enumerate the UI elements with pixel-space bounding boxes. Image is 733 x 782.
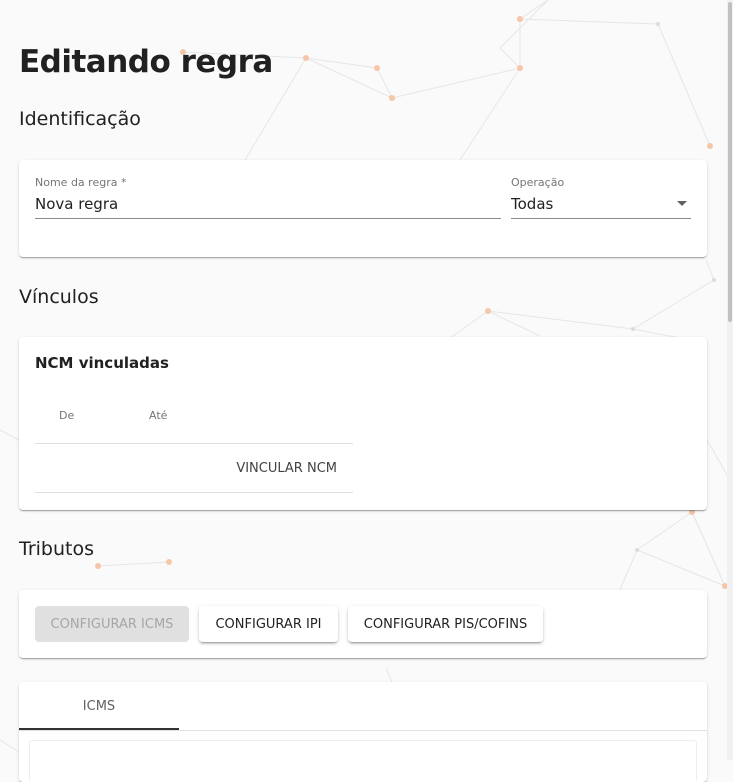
page-scrollbar[interactable]: [727, 0, 733, 760]
rule-name-underline: [35, 218, 501, 219]
configure-ipi-button[interactable]: CONFIGURAR IPI: [199, 606, 338, 642]
table-footer-divider: [35, 492, 353, 493]
tabs-divider: [19, 730, 707, 731]
identification-card: Nome da regra * Nova regra Operação Toda…: [19, 160, 707, 257]
page-title: Editando regra: [19, 44, 273, 80]
rule-name-label: Nome da regra *: [35, 176, 127, 189]
tax-tabs-card: ICMS: [19, 682, 707, 782]
operation-label: Operação: [511, 176, 565, 189]
section-title-taxes: Tributos: [19, 538, 94, 560]
operation-select[interactable]: Operação Todas: [511, 176, 691, 222]
column-header-to: Até: [149, 409, 168, 422]
ncm-table: De Até VINCULAR NCM: [35, 392, 353, 495]
tab-icms-label: ICMS: [82, 699, 116, 714]
ncm-card-title: NCM vinculadas: [35, 354, 169, 372]
scrollbar-thumb[interactable]: [728, 2, 732, 322]
rule-name-input[interactable]: Nova regra: [35, 195, 118, 213]
dropdown-arrow-icon[interactable]: [677, 201, 687, 206]
section-title-identification: Identificação: [19, 108, 141, 130]
column-header-from: De: [59, 409, 75, 422]
ncm-card: NCM vinculadas De Até VINCULAR NCM: [19, 337, 707, 510]
rule-name-field[interactable]: Nome da regra * Nova regra: [35, 176, 501, 222]
taxes-actions-card: CONFIGURAR ICMS CONFIGURAR IPI CONFIGURA…: [19, 590, 707, 658]
operation-underline: [511, 218, 691, 219]
table-header-divider: [35, 443, 353, 444]
configure-icms-button[interactable]: CONFIGURAR ICMS: [35, 606, 189, 642]
section-title-links: Vínculos: [19, 286, 99, 308]
icms-tab-panel: [29, 740, 697, 781]
configure-pis-cofins-button[interactable]: CONFIGURAR PIS/COFINS: [348, 606, 543, 642]
tab-icms[interactable]: ICMS: [19, 682, 179, 730]
operation-value[interactable]: Todas: [511, 195, 553, 213]
link-ncm-button[interactable]: VINCULAR NCM: [236, 461, 337, 476]
